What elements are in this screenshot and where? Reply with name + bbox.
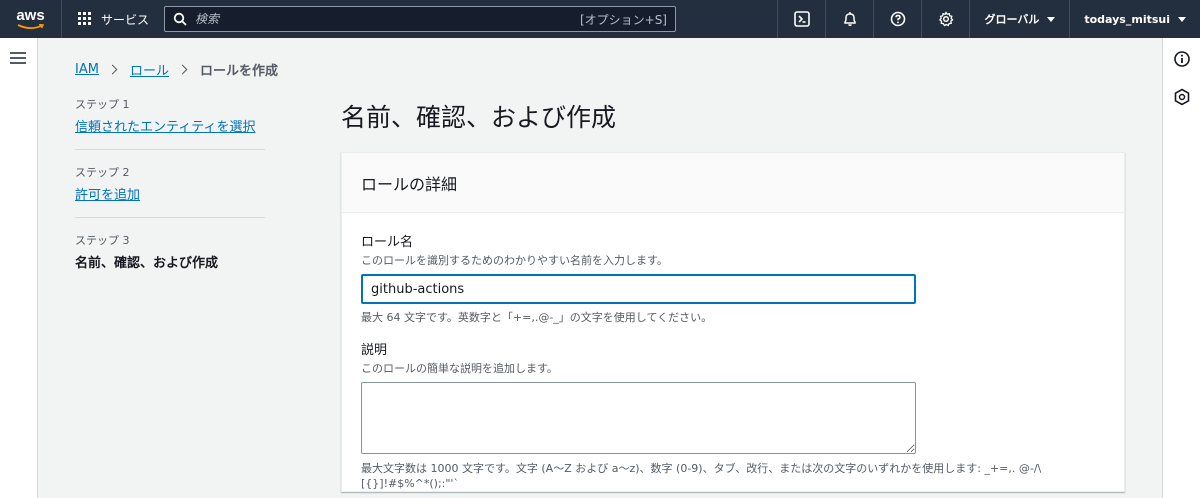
aws-smile-icon: [17, 23, 44, 29]
search-input[interactable]: [195, 12, 580, 26]
services-label: サービス: [101, 12, 150, 27]
account-menu[interactable]: todays_mitsui: [1069, 0, 1200, 38]
info-icon[interactable]: [1173, 50, 1191, 68]
aws-logo-text: aws: [16, 6, 45, 24]
caret-down-icon: [1047, 16, 1056, 22]
search-shortcut: [オプション+S]: [579, 12, 667, 27]
breadcrumb-item-iam[interactable]: IAM: [75, 62, 99, 77]
wizard-steps: ステップ 1 信頼されたエンティティを選択 ステップ 2 許可を追加 ステップ …: [75, 96, 265, 299]
step-label: ステップ 3: [75, 234, 130, 247]
description-label: 説明: [361, 343, 388, 358]
help-icon: [890, 11, 906, 27]
region-label: グローバル: [984, 13, 1040, 26]
page-title: 名前、確認、および作成: [341, 103, 617, 132]
card-body: ロール名 このロールを識別するためのわかりやすい名前を入力します。 最大 64 …: [342, 213, 1124, 498]
right-rail: [1162, 38, 1200, 498]
gear-icon: [938, 11, 954, 27]
settings-button[interactable]: [921, 0, 969, 38]
card-title: ロールの詳細: [342, 153, 1124, 213]
top-navigation: aws サービス [オプション+S]: [0, 0, 1200, 38]
aws-logo[interactable]: aws: [0, 0, 62, 38]
search-bar[interactable]: [オプション+S]: [164, 6, 676, 32]
bell-icon: [844, 12, 856, 26]
notifications-button[interactable]: [825, 0, 873, 38]
grid-icon: [78, 11, 93, 27]
hamburger-menu-icon[interactable]: [10, 52, 26, 64]
caret-down-icon: [1178, 16, 1186, 22]
search-icon: [173, 12, 187, 26]
region-menu[interactable]: グローバル: [969, 0, 1069, 38]
role-name-label: ロール名: [361, 235, 414, 250]
step-label: ステップ 2: [75, 166, 130, 179]
cloudshell-icon: [794, 11, 810, 27]
description-constraint: 最大文字数は 1000 文字です。文字 (A〜Z および a〜z)、数字 (0-…: [361, 462, 1042, 490]
chevron-right-icon: [107, 64, 118, 75]
account-label: todays_mitsui: [1084, 12, 1170, 26]
step-3: ステップ 3 名前、確認、および作成: [75, 232, 265, 285]
role-details-card: ロールの詳細 ロール名 このロールを識別するためのわかりやすい名前を入力します。…: [341, 152, 1125, 492]
chevron-right-icon: [177, 64, 188, 75]
description-help: このロールの簡単な説明を追加します。: [361, 362, 558, 375]
hexagon-icon[interactable]: [1173, 88, 1191, 106]
left-rail: [0, 38, 38, 498]
nav-right-group: グローバル todays_mitsui: [777, 0, 1200, 38]
step-2: ステップ 2 許可を追加: [75, 164, 265, 218]
breadcrumb-item-current: ロールを作成: [199, 64, 278, 79]
services-menu[interactable]: サービス: [62, 0, 163, 38]
step-1: ステップ 1 信頼されたエンティティを選択: [75, 96, 265, 150]
help-button[interactable]: [873, 0, 921, 38]
role-name-input[interactable]: [361, 274, 916, 304]
breadcrumb: IAM ロール ロールを作成: [75, 60, 278, 79]
cloudshell-button[interactable]: [777, 0, 825, 38]
step-2-link[interactable]: 許可を追加: [75, 188, 140, 203]
step-3-current: 名前、確認、および作成: [75, 256, 219, 271]
description-textarea[interactable]: [361, 382, 916, 454]
step-1-link[interactable]: 信頼されたエンティティを選択: [75, 120, 255, 135]
role-name-description: このロールを識別するためのわかりやすい名前を入力します。: [361, 254, 668, 267]
role-name-constraint: 最大 64 文字です。英数字と「+=,.@-_」の文字を使用してください。: [361, 311, 713, 324]
step-label: ステップ 1: [75, 98, 130, 111]
breadcrumb-item-roles[interactable]: ロール: [130, 60, 169, 79]
